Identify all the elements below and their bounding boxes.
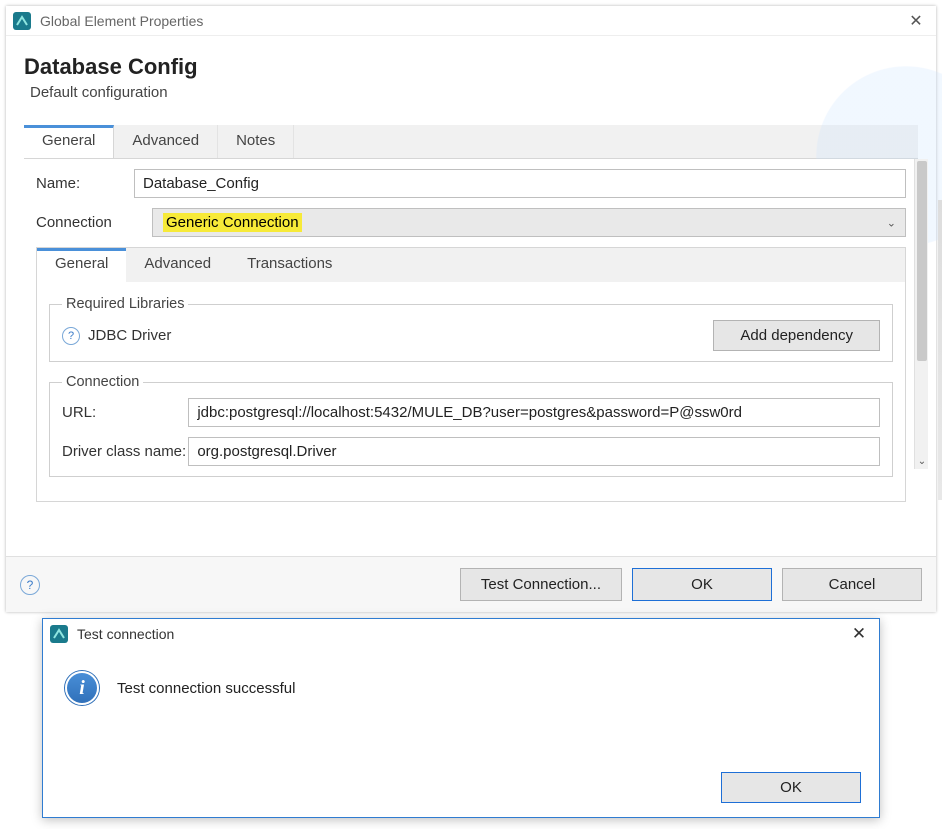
result-titlebar: Test connection ✕	[43, 619, 879, 649]
driver-class-label: Driver class name:	[62, 443, 188, 460]
inner-tabstrip: General Advanced Transactions	[37, 248, 905, 282]
url-input[interactable]	[188, 398, 880, 427]
inner-tab-general-page: Required Libraries ? JDBC Driver Add dep…	[37, 282, 905, 501]
name-label: Name:	[36, 175, 134, 192]
url-label: URL:	[62, 404, 188, 421]
inner-tab-transactions[interactable]: Transactions	[229, 248, 350, 282]
cancel-button[interactable]: Cancel	[782, 568, 922, 601]
adjacent-panel-hint	[938, 200, 942, 500]
main-title: Global Element Properties	[40, 13, 902, 29]
result-message: Test connection successful	[117, 680, 295, 697]
dialog-heading: Database Config	[24, 54, 918, 80]
outer-tab-general-page: Name: Connection Generic Connection ⌄ Ge…	[24, 159, 918, 502]
main-footer: ? Test Connection... OK Cancel	[6, 556, 936, 612]
outer-tabstrip: General Advanced Notes	[24, 125, 918, 159]
tab-general[interactable]: General	[24, 125, 114, 158]
scroll-thumb[interactable]	[917, 161, 927, 361]
ok-button[interactable]: OK	[632, 568, 772, 601]
connection-label: Connection	[36, 214, 126, 231]
inner-tab-advanced[interactable]: Advanced	[126, 248, 229, 282]
required-libraries-fieldset: Required Libraries ? JDBC Driver Add dep…	[49, 296, 893, 362]
result-close-button[interactable]: ✕	[845, 624, 873, 644]
connection-fieldset: Connection URL: Driver class name:	[49, 374, 893, 477]
connection-select[interactable]: Generic Connection	[152, 208, 906, 237]
global-element-properties-dialog: Global Element Properties ✕ Database Con…	[6, 6, 936, 612]
tab-advanced[interactable]: Advanced	[114, 125, 218, 158]
result-title: Test connection	[77, 626, 845, 642]
test-connection-result-dialog: Test connection ✕ i Test connection succ…	[42, 618, 880, 818]
inner-tab-general[interactable]: General	[37, 248, 126, 282]
result-ok-button[interactable]: OK	[721, 772, 861, 803]
connection-row: Connection Generic Connection ⌄	[36, 208, 906, 237]
scroll-down-icon[interactable]: ⌄	[915, 455, 929, 469]
driver-class-input[interactable]	[188, 437, 880, 466]
mule-icon	[49, 624, 69, 644]
required-libraries-legend: Required Libraries	[62, 296, 188, 312]
main-titlebar: Global Element Properties ✕	[6, 6, 936, 36]
main-close-button[interactable]: ✕	[902, 11, 930, 31]
help-icon[interactable]: ?	[62, 327, 80, 345]
mule-icon	[12, 11, 32, 31]
name-row: Name:	[36, 169, 906, 198]
connection-select-value: Generic Connection	[163, 213, 302, 232]
jdbc-driver-label: JDBC Driver	[88, 327, 713, 344]
tab-notes[interactable]: Notes	[218, 125, 294, 158]
add-dependency-button[interactable]: Add dependency	[713, 320, 880, 351]
connection-inner-box: General Advanced Transactions Required L…	[36, 247, 906, 502]
test-connection-button[interactable]: Test Connection...	[460, 568, 622, 601]
dialog-subheading: Default configuration	[30, 84, 918, 101]
name-input[interactable]	[134, 169, 906, 198]
vertical-scrollbar[interactable]: ▲ ⌄	[914, 159, 928, 469]
connection-legend: Connection	[62, 374, 143, 390]
info-icon: i	[65, 671, 99, 705]
footer-help-icon[interactable]: ?	[20, 575, 40, 595]
